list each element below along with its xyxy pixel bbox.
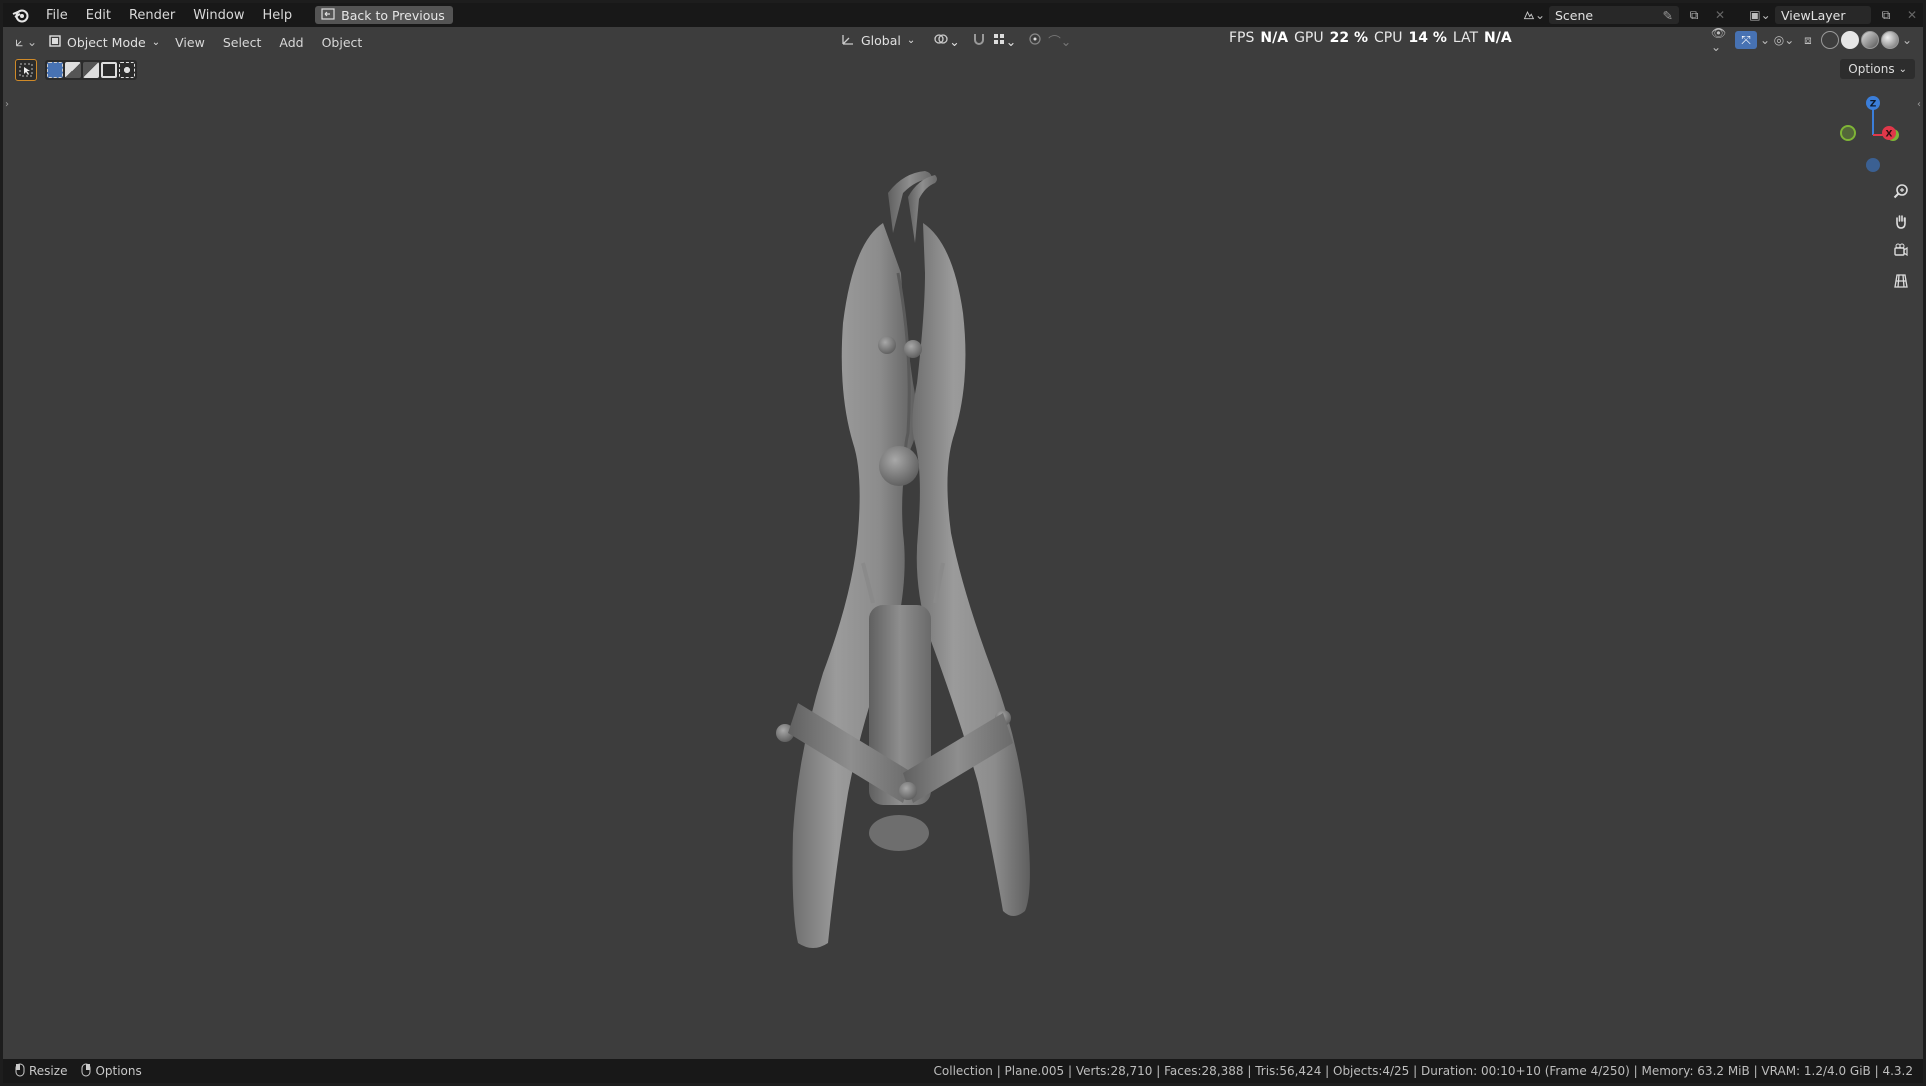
scene-icon[interactable]: ⌄ — [1523, 6, 1545, 24]
pivot-bolt — [879, 446, 919, 486]
viewlayer-icon[interactable]: ▣⌄ — [1749, 6, 1771, 24]
rivet-upper-right — [904, 340, 922, 358]
gizmo-z-label: Z — [1870, 100, 1877, 110]
object-mode-icon — [49, 34, 61, 50]
select-subtract-icon[interactable] — [83, 62, 99, 78]
rivet-upper-left — [878, 336, 896, 354]
snap-target-icon[interactable]: ⌄ — [992, 32, 1016, 49]
select-invert-icon[interactable] — [101, 62, 117, 78]
lat-label: LAT — [1452, 30, 1479, 46]
selection-mode-group — [45, 60, 137, 80]
select-extend-icon[interactable] — [65, 62, 81, 78]
visibility-icon[interactable]: 👁⌄ — [1711, 26, 1733, 54]
material-shading-icon[interactable] — [1861, 31, 1879, 49]
navigation-gizmo[interactable]: Z X — [1823, 93, 1923, 183]
gizmo-toggle-icon[interactable]: ⤧ — [1735, 31, 1757, 49]
performance-stats: FPS N/A GPU 22 % CPU 14 % LAT N/A — [1229, 30, 1512, 46]
gizmo-x-label: X — [1886, 130, 1893, 140]
lat-value: N/A — [1484, 30, 1512, 46]
wireframe-shading-icon[interactable] — [1821, 31, 1839, 49]
camera-view-icon[interactable] — [1889, 239, 1913, 263]
gizmo-z-neg[interactable] — [1866, 158, 1880, 172]
transform-orientation: Global ⌄ ⌄ ⌄ ⌒⌄ — [841, 31, 1071, 50]
mouse-icon — [81, 1063, 91, 1080]
new-scene-icon[interactable]: ⧉ — [1683, 6, 1705, 24]
blender-window: File Edit Render Window Help Back to Pre… — [3, 3, 1923, 1083]
select-intersect-icon[interactable] — [119, 62, 135, 78]
orientation-dropdown[interactable]: Global — [861, 33, 901, 48]
options-label: Options — [1848, 62, 1895, 76]
gpu-value: 22 % — [1329, 30, 1368, 46]
viewport-header-right: 👁⌄ ⤧ ⌄ ◎⌄ ⧈ ⌄ — [1711, 26, 1913, 54]
editor-type-icon[interactable]: ⌄ — [15, 33, 37, 51]
shading-dropdown-icon[interactable]: ⌄ — [1901, 31, 1913, 49]
back-icon — [321, 7, 335, 23]
link-pin — [899, 782, 917, 800]
viewport-header: ⌄ Object Mode ⌄ View Select Add Object G… — [3, 26, 1923, 57]
status-left: Resize Options — [3, 1063, 142, 1080]
ortho-grid-icon[interactable] — [1889, 269, 1913, 293]
falloff-icon[interactable]: ⌒⌄ — [1048, 31, 1071, 50]
scene-label: Scene — [1555, 7, 1594, 23]
options-hint-label: Options — [95, 1064, 142, 1078]
pliers-model[interactable] — [703, 153, 1103, 973]
back-label: Back to Previous — [341, 7, 445, 23]
topbar-right: ⌄ Scene ✎ ⧉ ✕ ▣⌄ ViewLayer ⧉ ✕ — [1523, 3, 1923, 27]
menu-file[interactable]: File — [37, 8, 77, 23]
tool-settings-row — [15, 59, 137, 81]
pliers-right-handle — [912, 223, 1030, 916]
overlay-icon[interactable]: ◎⌄ — [1773, 31, 1795, 49]
select-new-icon[interactable] — [47, 62, 63, 78]
menu-help[interactable]: Help — [254, 8, 302, 23]
scene-field[interactable]: Scene ✎ — [1549, 6, 1679, 24]
menu-view[interactable]: View — [166, 35, 214, 50]
menu-render[interactable]: Render — [120, 8, 184, 23]
delete-scene-icon[interactable]: ✕ — [1709, 6, 1731, 24]
toolbar-expand-icon[interactable]: › — [5, 99, 9, 110]
viewlayer-label: ViewLayer — [1781, 7, 1846, 23]
cpu-label: CPU — [1374, 30, 1403, 46]
pan-hand-icon[interactable] — [1889, 209, 1913, 233]
status-info: Collection | Plane.005 | Verts:28,710 | … — [933, 1064, 1913, 1078]
pin-icon[interactable]: ✎ — [1663, 8, 1673, 23]
orientation-icon — [841, 32, 855, 49]
top-menu-bar: File Edit Render Window Help Back to Pre… — [3, 3, 1923, 27]
gpu-label: GPU — [1294, 30, 1324, 46]
status-bar: Resize Options Collection | Plane.005 | … — [3, 1059, 1923, 1083]
menu-window[interactable]: Window — [184, 8, 253, 23]
menu-add[interactable]: Add — [270, 35, 312, 50]
menu-select[interactable]: Select — [214, 35, 271, 50]
resize-label: Resize — [29, 1064, 68, 1078]
options-hint: Options — [81, 1063, 142, 1080]
new-viewlayer-icon[interactable]: ⧉ — [1875, 6, 1897, 24]
cpu-value: 14 % — [1408, 30, 1447, 46]
fps-value: N/A — [1260, 30, 1289, 46]
mouse-icon — [15, 1063, 25, 1080]
proportional-icon[interactable] — [1028, 32, 1042, 49]
snap-icon[interactable] — [972, 32, 986, 49]
gizmo-y-fill — [1842, 127, 1854, 139]
viewlayer-field[interactable]: ViewLayer — [1775, 6, 1871, 24]
xray-icon[interactable]: ⧈ — [1797, 31, 1819, 49]
chevron-down-icon: ⌄ — [151, 36, 161, 48]
fps-label: FPS — [1229, 30, 1255, 46]
options-dropdown[interactable]: Options ⌄ — [1840, 59, 1915, 79]
gizmo-dropdown-icon[interactable]: ⌄ — [1759, 31, 1771, 49]
rendered-shading-icon[interactable] — [1881, 31, 1899, 49]
delete-viewlayer-icon[interactable]: ✕ — [1901, 6, 1923, 24]
object-mode-label: Object Mode — [67, 34, 146, 50]
blender-logo-icon[interactable] — [11, 5, 31, 25]
object-mode-dropdown[interactable]: Object Mode ⌄ — [43, 31, 166, 53]
menu-object[interactable]: Object — [313, 35, 372, 50]
resize-hint: Resize — [15, 1063, 67, 1080]
chevron-down-icon: ⌄ — [1898, 63, 1907, 75]
pivot-icon[interactable]: ⌄ — [933, 32, 960, 49]
back-to-previous-button[interactable]: Back to Previous — [315, 6, 453, 24]
menu-edit[interactable]: Edit — [77, 8, 120, 23]
select-box-icon[interactable] — [15, 59, 37, 81]
chevron-down-icon: ⌄ — [906, 35, 916, 46]
pliers-cylinder-base — [869, 815, 929, 851]
zoom-icon[interactable] — [1889, 179, 1913, 203]
solid-shading-icon[interactable] — [1841, 31, 1859, 49]
